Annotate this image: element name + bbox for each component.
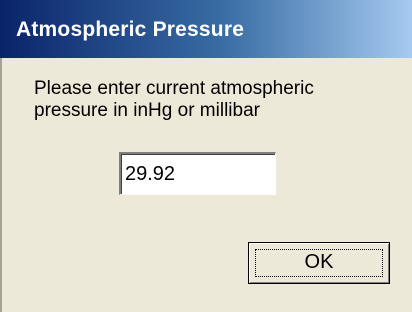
ok-button-label: OK — [304, 251, 334, 273]
title-bar[interactable]: Atmospheric Pressure — [0, 0, 412, 58]
dialog-window: Atmospheric Pressure Please enter curren… — [0, 0, 412, 312]
window-title: Atmospheric Pressure — [16, 18, 245, 41]
window-left-border — [0, 58, 2, 312]
dialog-body: Please enter current atmospheric pressur… — [0, 58, 412, 312]
prompt-text: Please enter current atmospheric pressur… — [34, 78, 314, 121]
ok-button[interactable]: OK — [248, 242, 390, 284]
pressure-input[interactable] — [119, 152, 276, 195]
